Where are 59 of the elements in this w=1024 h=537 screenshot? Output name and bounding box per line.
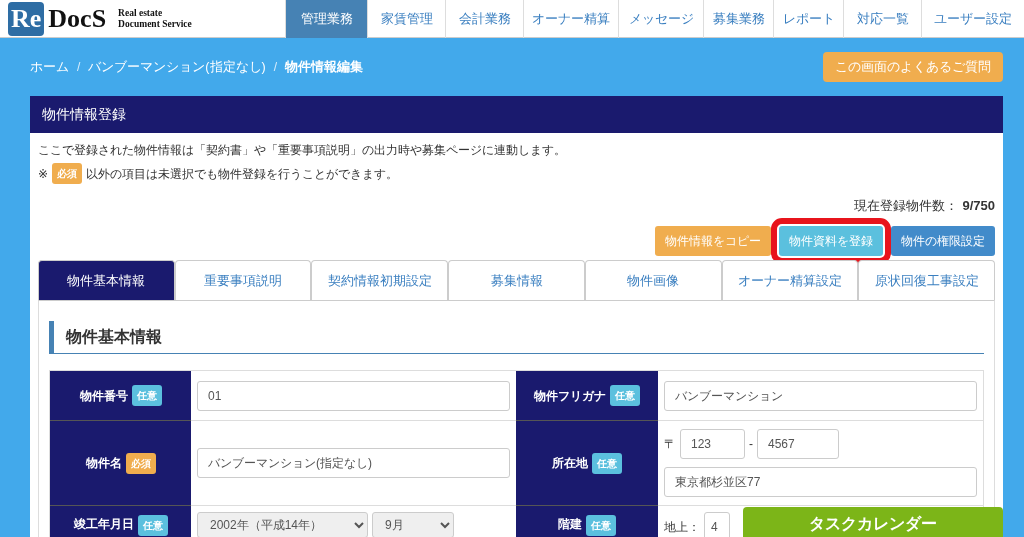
logo-mark: Re (8, 1, 45, 36)
count-value: 9/750 (962, 197, 995, 215)
tab[interactable]: オーナー精算設定 (721, 259, 859, 300)
tab[interactable]: 物件基本情報 (38, 259, 175, 300)
task-calendar-button[interactable]: タスクカレンダー (743, 507, 1003, 537)
required-badge: 必須 (52, 163, 83, 184)
nav-item[interactable]: レポート (773, 0, 843, 38)
action-button[interactable]: 物件の権限設定 (891, 225, 995, 256)
nav-item[interactable]: 管理業務 (285, 0, 367, 38)
field-label: 物件番号 (79, 387, 128, 405)
field-label: 物件フリガナ (534, 387, 606, 405)
breadcrumb-separator: / (273, 59, 277, 76)
optional-badge: 任意 (610, 385, 640, 406)
select-field[interactable]: 9月 (372, 512, 454, 537)
tab[interactable]: 重要事項説明 (174, 259, 312, 300)
panel-title: 物件情報登録 (30, 96, 1003, 133)
field-label: 物件名 (85, 455, 122, 472)
tab[interactable]: 募集情報 (448, 259, 585, 300)
logo-wordmark: DocS (48, 2, 107, 35)
input-field[interactable]: 123 (680, 429, 745, 459)
separator-text: - (749, 436, 753, 453)
optional-badge: 任意 (131, 385, 162, 406)
required-badge: 必須 (125, 452, 156, 474)
nav-item[interactable]: メッセージ (618, 0, 703, 38)
note-text: 以外の項目は未選択でも物件登録を行うことができます。 (86, 165, 399, 183)
input-field[interactable]: バンブーマンション (664, 380, 977, 411)
note-mark: ※ (38, 165, 49, 183)
nav-item[interactable]: オーナー精算 (523, 0, 618, 38)
field-label: 所在地 (552, 455, 588, 472)
breadcrumb-item[interactable]: ホーム (30, 57, 69, 77)
field-prefix: 地上： (664, 519, 700, 536)
nav-item[interactable]: 対応一覧 (843, 0, 921, 38)
breadcrumb-item: 物件情報編集 (285, 58, 363, 76)
nav-item[interactable]: 家賃管理 (367, 0, 445, 38)
breadcrumb-item[interactable]: バンブーマンション(指定なし) (88, 57, 266, 77)
optional-badge: 任意 (592, 452, 622, 474)
logo-tagline: Real estate (118, 7, 164, 19)
logo-tagline: Document Service (118, 18, 192, 30)
input-field[interactable]: 東京都杉並区77 (664, 467, 977, 497)
input-field[interactable]: 4567 (757, 429, 839, 459)
tab[interactable]: 原状回復工事設定 (858, 259, 996, 300)
tab[interactable]: 物件画像 (584, 259, 722, 300)
input-field[interactable]: バンブーマンション(指定なし) (197, 448, 510, 478)
field-label: 階建 (558, 516, 582, 533)
section-title: 物件基本情報 (49, 321, 984, 354)
intro-text: ここで登録された物件情報は「契約書」や「重要事項説明」の出力時や募集ページに連動します。 (38, 142, 567, 159)
count-label: 現在登録物件数： (854, 197, 959, 215)
postal-mark: 〒 (664, 436, 676, 453)
nav-item[interactable]: ユーザー設定 (921, 0, 1024, 38)
field-label: 竣工年月日 (73, 516, 134, 533)
breadcrumb-separator: / (77, 59, 81, 76)
optional-badge: 任意 (137, 515, 168, 536)
optional-badge: 任意 (586, 515, 616, 536)
select-field[interactable]: 2002年（平成14年） (197, 512, 368, 537)
nav-item[interactable]: 募集業務 (703, 0, 773, 38)
nav-item[interactable]: 会計業務 (445, 0, 523, 38)
input-field[interactable]: 01 (197, 380, 510, 411)
input-field[interactable]: 4 (704, 512, 730, 537)
tab[interactable]: 契約情報初期設定 (311, 259, 449, 300)
